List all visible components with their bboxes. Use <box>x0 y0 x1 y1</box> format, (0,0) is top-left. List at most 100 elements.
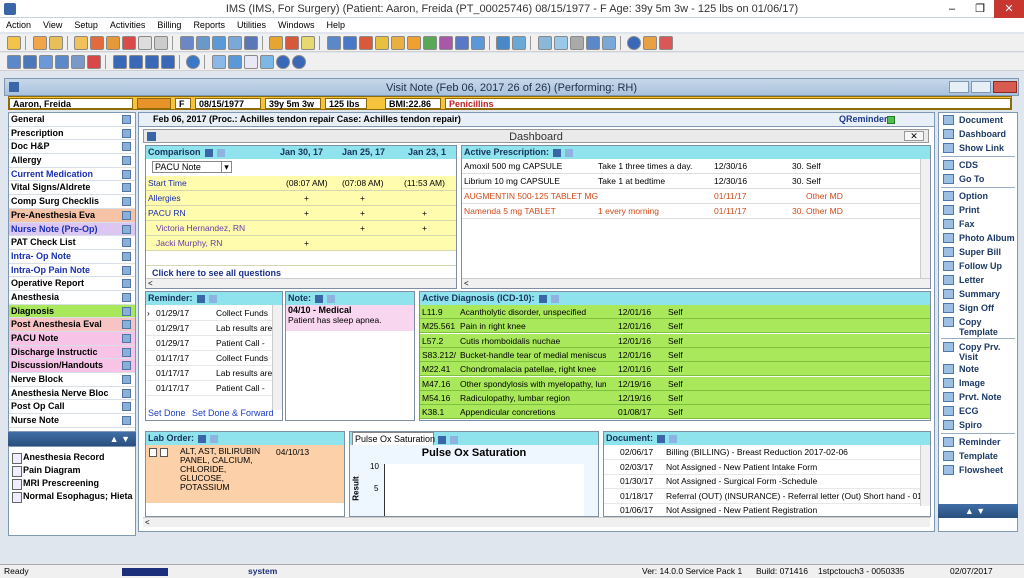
set-done-forward-link[interactable]: Set Done & Forward <box>192 408 274 418</box>
lock-icon[interactable] <box>48 36 63 50</box>
tools-icon[interactable] <box>71 55 85 69</box>
diagnosis-row[interactable]: M22.41 Chondromalacia patellae, right kne… <box>420 362 930 377</box>
template-normal-esophagus-hieta[interactable]: Normal Esophagus; Hieta <box>9 490 135 503</box>
action-summary[interactable]: Summary <box>939 287 1017 301</box>
book-icon[interactable] <box>470 36 485 50</box>
action-spiro[interactable]: Spiro <box>939 418 1017 432</box>
nav-intra-op-pain-note[interactable]: Intra-Op Pain Note <box>9 264 135 278</box>
action-document[interactable]: Document <box>939 113 1017 127</box>
nav-discharge-instructic[interactable]: Discharge Instructic <box>9 345 135 360</box>
menu-action[interactable]: Action <box>0 18 37 32</box>
next-icon[interactable] <box>144 55 159 69</box>
action-prvt-note[interactable]: Prvt. Note <box>939 390 1017 404</box>
comparison-select[interactable]: PACU Note ▾ <box>152 161 232 173</box>
window-icon[interactable] <box>601 36 616 50</box>
window-icon[interactable] <box>450 435 458 444</box>
window-icon[interactable] <box>550 294 559 303</box>
document-row[interactable]: 01/06/17 Not Assigned - New Patient Regis… <box>604 503 930 516</box>
lab-doc-icon[interactable] <box>149 448 157 457</box>
comparison-row[interactable]: Jacki Murphy, RN + <box>146 236 456 251</box>
disk-icon[interactable] <box>585 36 600 50</box>
flag-icon[interactable] <box>285 36 300 50</box>
comparison-row[interactable]: Allergies + + <box>146 191 456 206</box>
action-dashboard[interactable]: Dashboard <box>939 127 1017 141</box>
close-circle-icon[interactable] <box>291 55 306 69</box>
nav-pre-anesthesia-eva[interactable]: Pre-Anesthesia Eva <box>9 208 135 223</box>
filter-icon[interactable] <box>538 294 547 303</box>
nav-intra-op-note[interactable]: Intra- Op Note <box>9 250 135 264</box>
lab-icon[interactable] <box>106 36 121 50</box>
window-icon[interactable] <box>208 294 217 303</box>
prescription-row[interactable]: Namenda 5 mg TABLET 1 every morning 01/11/… <box>462 204 930 219</box>
network-icon[interactable] <box>195 36 210 50</box>
reminder-row[interactable]: 01/29/17 Patient Call - <box>146 336 282 351</box>
nav-anesthesia-nerve-bloc[interactable]: Anesthesia Nerve Bloc <box>9 387 135 401</box>
exit-icon[interactable] <box>659 36 674 50</box>
prescription-hscroll[interactable]: < <box>462 278 930 288</box>
report-icon[interactable] <box>454 36 469 50</box>
diagnosis-row[interactable]: L11.9 Acantholytic disorder, unspecified 1… <box>420 305 930 319</box>
action-print[interactable]: Print <box>939 203 1017 217</box>
action-flowsheet[interactable]: Flowsheet <box>939 463 1017 477</box>
window-icon[interactable] <box>327 294 335 303</box>
template-pain-diagram[interactable]: Pain Diagram <box>9 464 135 477</box>
menu-billing[interactable]: Billing <box>151 18 187 32</box>
diagnosis-row[interactable]: M25.561 Pain in right knee 12/01/16 Self <box>420 319 930 334</box>
dashboard-hscroll[interactable]: < <box>143 517 930 527</box>
tag-icon[interactable] <box>406 36 421 50</box>
users-icon[interactable] <box>211 36 226 50</box>
list-icon[interactable] <box>301 36 316 50</box>
help-icon[interactable] <box>627 36 642 50</box>
visit-restore-button[interactable] <box>971 81 991 93</box>
action-cds[interactable]: CDS <box>939 158 1017 172</box>
nav-diagnosis[interactable]: Diagnosis <box>9 304 135 319</box>
compose-icon[interactable] <box>39 55 53 69</box>
grid-icon[interactable] <box>269 36 284 50</box>
menu-help[interactable]: Help <box>320 18 351 32</box>
document-row[interactable]: 01/18/17 Referral (OUT) (INSURANCE) - Ref… <box>604 489 930 504</box>
prescription-row[interactable]: AUGMENTIN 500-125 TABLET MG 01/11/17 Other… <box>462 189 930 204</box>
document-row[interactable]: 02/03/17 Not Assigned - New Patient Intak… <box>604 460 930 475</box>
folder-icon[interactable] <box>74 36 89 50</box>
prescription-row[interactable]: Amoxil 500 mg CAPSULE Take 1 three times … <box>462 159 930 174</box>
action-show-link[interactable]: Show Link <box>939 141 1017 155</box>
prescription-icon[interactable] <box>90 36 105 50</box>
comparison-hscroll[interactable]: < <box>146 278 456 288</box>
set-done-link[interactable]: Set Done <box>148 408 186 418</box>
info-icon[interactable] <box>275 55 290 69</box>
menu-view[interactable]: View <box>37 18 68 32</box>
action-copy-template[interactable]: Copy Template <box>939 315 1017 337</box>
last-icon[interactable] <box>160 55 175 69</box>
grid2-icon[interactable] <box>259 55 274 69</box>
gear-icon[interactable] <box>179 36 194 50</box>
restore-button[interactable]: ❐ <box>966 0 994 18</box>
link-icon[interactable] <box>227 36 242 50</box>
see-all-questions-link[interactable]: Click here to see all questions <box>152 268 281 278</box>
action-follow-up[interactable]: Follow Up <box>939 259 1017 273</box>
action-super-bill[interactable]: Super Bill <box>939 245 1017 259</box>
note-icon[interactable] <box>154 36 169 50</box>
action-image[interactable]: Image <box>939 376 1017 390</box>
menu-reports[interactable]: Reports <box>187 18 231 32</box>
import-icon[interactable] <box>496 36 511 50</box>
star-icon[interactable] <box>390 36 405 50</box>
settings2-icon[interactable] <box>55 55 69 69</box>
pencil-icon[interactable] <box>326 36 341 50</box>
globe-icon[interactable] <box>342 36 357 50</box>
diagnosis-row[interactable]: M47.16 Other spondylosis with myelopathy,… <box>420 376 930 391</box>
refresh-icon[interactable] <box>23 55 37 69</box>
security-icon[interactable] <box>643 36 658 50</box>
document-row[interactable]: 01/30/17 Not Assigned - Surgical Form -Sc… <box>604 474 930 489</box>
export-icon[interactable] <box>512 36 527 50</box>
nav-post-op-call[interactable]: Post Op Call <box>9 400 135 415</box>
note-title[interactable]: 04/10 - Medical <box>288 305 414 315</box>
action-template[interactable]: Template <box>939 449 1017 463</box>
patient-allergy[interactable]: Penicillins <box>445 98 1011 109</box>
menu-utilities[interactable]: Utilities <box>231 18 272 32</box>
reminder-row[interactable]: 01/17/17 Patient Call - <box>146 381 282 396</box>
menu-windows[interactable]: Windows <box>272 18 321 32</box>
document-row[interactable]: 02/06/17 Billing (BILLING) - Breast Reduc… <box>604 445 930 460</box>
lab-order-text[interactable]: ALT, AST, BILIRUBIN PANEL, CALCIUM, CHLO… <box>180 447 266 492</box>
close-button[interactable]: ✕ <box>994 0 1024 18</box>
nav-comp-surg-checklis[interactable]: Comp Surg Checklis <box>9 195 135 209</box>
